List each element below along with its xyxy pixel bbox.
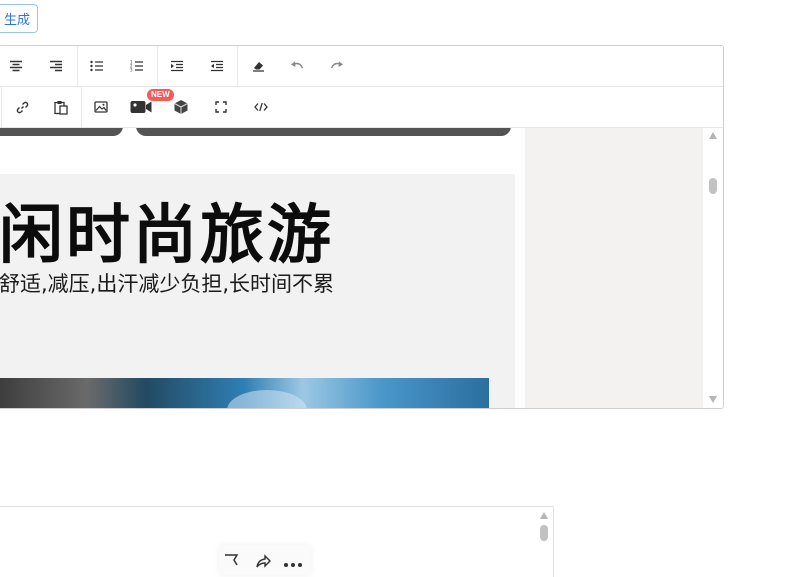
scroll-up-icon[interactable]: [709, 132, 717, 139]
editor-content[interactable]: 闲时尚旅游 舒适,减压,出汗减少负担,长时间不累: [0, 128, 525, 408]
fullscreen-icon[interactable]: [207, 93, 235, 121]
numbered-list-icon[interactable]: 123: [123, 52, 151, 80]
toolbar-separator: [157, 46, 158, 86]
toolbar-separator: [237, 46, 238, 86]
scroll-thumb[interactable]: [709, 178, 717, 194]
outdent-icon[interactable]: [203, 52, 231, 80]
bulleted-list-icon[interactable]: [83, 52, 111, 80]
toolbar-row-formatting: 123: [0, 46, 723, 87]
image-icon[interactable]: [87, 93, 115, 121]
svg-text:3: 3: [130, 68, 133, 73]
editor-side-gutter: [525, 128, 703, 408]
toolbar-separator: [1, 87, 2, 127]
preview-action-bar: [219, 545, 311, 575]
share-icon[interactable]: [255, 553, 271, 574]
align-center-icon[interactable]: [2, 52, 30, 80]
scroll-up-icon[interactable]: [540, 512, 548, 519]
top-banner-pill: [0, 128, 123, 136]
product-photo: [0, 378, 489, 408]
toolbar-row-insert: [0, 87, 723, 128]
clear-format-icon[interactable]: [244, 52, 272, 80]
subline-text: 舒适,减压,出汗减少负担,长时间不累: [0, 272, 335, 296]
undo-icon[interactable]: [283, 52, 311, 80]
redo-icon[interactable]: [323, 52, 351, 80]
align-right-icon[interactable]: [42, 52, 70, 80]
paste-icon[interactable]: [47, 93, 75, 121]
toolbar-separator: [77, 46, 78, 86]
toolbar-separator: [81, 87, 82, 127]
product-card: 闲时尚旅游 舒适,减压,出汗减少负担,长时间不累: [0, 174, 515, 408]
more-icon[interactable]: [283, 553, 305, 574]
generate-button[interactable]: 生成: [0, 4, 38, 33]
top-banner-pill: [136, 128, 511, 136]
editor-scrollbar[interactable]: [703, 128, 723, 408]
link-icon[interactable]: [8, 93, 36, 121]
bookmark-icon[interactable]: [223, 553, 239, 574]
scroll-thumb[interactable]: [540, 525, 548, 541]
new-badge: NEW: [147, 89, 174, 101]
indent-icon[interactable]: [163, 52, 191, 80]
photo-highlight: [227, 390, 307, 408]
source-code-icon[interactable]: [247, 93, 275, 121]
preview-panel: [0, 506, 554, 577]
headline-text: 闲时尚旅游: [0, 199, 334, 273]
rich-text-editor: 123 NEW 闲时尚旅游 舒适,减压,出汗减少负担,长时间不累: [0, 45, 724, 409]
scroll-down-icon[interactable]: [709, 396, 717, 403]
